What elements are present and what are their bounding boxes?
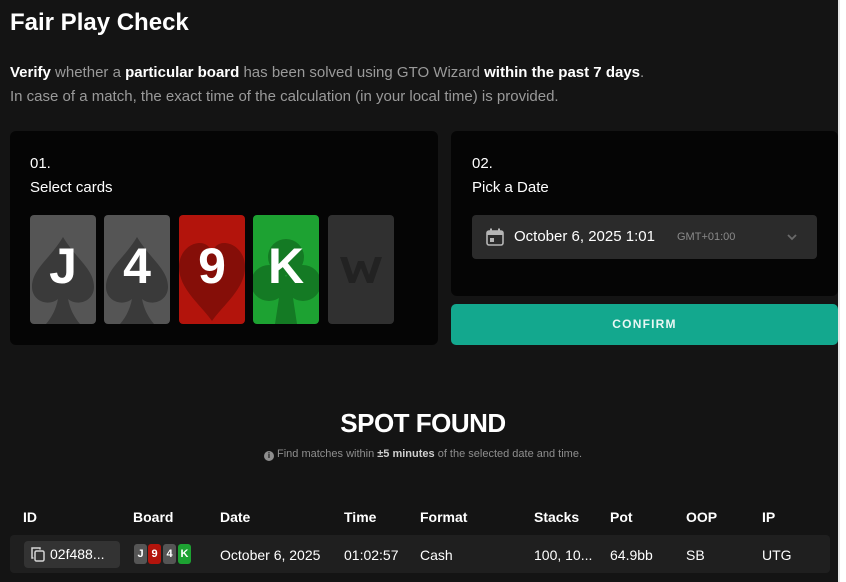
- card-rank: K: [267, 238, 305, 294]
- column-header-format[interactable]: Format: [420, 509, 467, 525]
- column-header-board[interactable]: Board: [133, 509, 173, 525]
- description-text: has been solved using GTO Wizard: [239, 64, 485, 81]
- fair-play-check-page: Fair Play Check Verify whether a particu…: [0, 0, 840, 582]
- card-slot-1[interactable]: J: [30, 215, 96, 324]
- note-text: of the selected date and time.: [434, 448, 583, 460]
- row-format: Cash: [420, 547, 453, 563]
- column-header-id[interactable]: ID: [23, 509, 37, 525]
- column-header-time[interactable]: Time: [344, 509, 376, 525]
- calendar-icon: [486, 228, 504, 246]
- gto-wizard-logo-icon: [340, 257, 382, 283]
- step-label: Select cards: [30, 179, 113, 196]
- row-pot: 64.9bb: [610, 547, 653, 563]
- spot-found-heading: SPOT FOUND: [340, 408, 506, 438]
- description-line-1: Verify whether a particular board has be…: [10, 64, 644, 81]
- row-ip: UTG: [762, 547, 792, 563]
- description-text: whether a: [50, 64, 126, 81]
- card-slot-3[interactable]: 9: [179, 215, 245, 324]
- row-date: October 6, 2025: [220, 547, 321, 563]
- column-header-date[interactable]: Date: [220, 509, 250, 525]
- row-id: 02f488...: [50, 546, 105, 562]
- card-rank: 4: [123, 238, 151, 294]
- select-cards-panel: 01. Select cards J 4 9 K: [10, 131, 438, 345]
- note-text: Find matches within: [276, 448, 378, 460]
- step-number: 01.: [30, 155, 51, 172]
- column-header-ip[interactable]: IP: [762, 509, 775, 525]
- row-stacks: 100, 10...: [534, 547, 593, 563]
- particular-board-text: particular board: [125, 64, 240, 81]
- pick-date-panel: 02. Pick a Date October 6, 2025 1:01 GMT…: [451, 131, 838, 296]
- column-header-pot[interactable]: Pot: [610, 509, 633, 525]
- note-window: ±5 minutes: [377, 448, 435, 460]
- verify-text: Verify: [10, 64, 51, 81]
- info-icon: i: [263, 451, 274, 461]
- date-picker-input[interactable]: October 6, 2025 1:01 GMT+01:00: [472, 215, 817, 259]
- card-rank: J: [49, 238, 77, 294]
- step-label: Pick a Date: [472, 179, 549, 196]
- confirm-button[interactable]: CONFIRM: [451, 304, 838, 345]
- card-slot-2[interactable]: 4: [104, 215, 170, 324]
- copy-id-button[interactable]: 02f488...: [24, 541, 120, 568]
- date-value: October 6, 2025 1:01: [514, 228, 655, 245]
- board-card-mini: 4: [163, 544, 176, 564]
- chevron-down-icon[interactable]: [785, 230, 799, 244]
- description-text: .: [640, 64, 645, 81]
- row-oop: SB: [686, 547, 705, 563]
- page-title: Fair Play Check: [10, 9, 189, 36]
- step-number: 02.: [472, 155, 493, 172]
- board-card-mini: J: [134, 544, 147, 564]
- past-days-text: within the past 7 days: [484, 64, 641, 81]
- row-time: 01:02:57: [344, 547, 399, 563]
- board-card-mini: 9: [148, 544, 161, 564]
- column-header-oop[interactable]: OOP: [686, 509, 717, 525]
- match-window-note: i Find matches within ±5 minutes of the s…: [0, 448, 846, 461]
- card-rank: 9: [198, 238, 226, 294]
- description-line-2: In case of a match, the exact time of th…: [10, 88, 559, 105]
- copy-icon: [31, 547, 45, 562]
- card-slot-4[interactable]: K: [253, 215, 319, 324]
- column-header-stacks[interactable]: Stacks: [534, 509, 579, 525]
- board-card-mini: K: [178, 544, 191, 564]
- empty-card-slot[interactable]: [328, 215, 394, 324]
- timezone-label: GMT+01:00: [677, 231, 736, 243]
